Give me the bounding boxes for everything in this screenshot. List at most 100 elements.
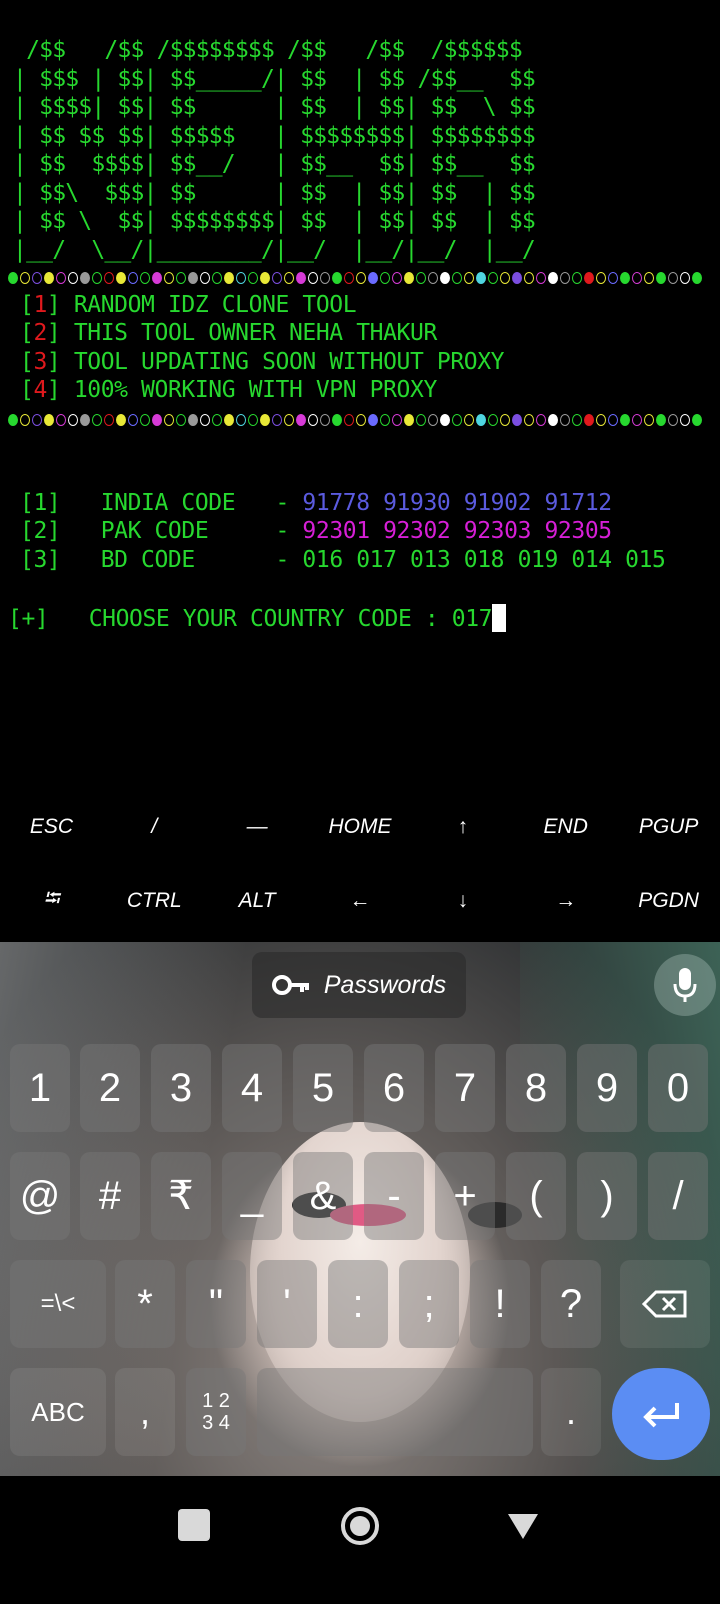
menu-item-4: [4] 100% WORKING WITH VPN PROXY <box>20 377 437 403</box>
extra-key[interactable]: ↑ <box>411 790 514 864</box>
colored-dot <box>104 414 114 426</box>
extra-key[interactable]: ALT <box>206 864 309 938</box>
colored-dot <box>692 414 702 426</box>
comma-key[interactable]: , <box>115 1368 175 1456</box>
colored-dot <box>68 272 78 284</box>
colored-dot <box>524 414 534 426</box>
key-symbol[interactable]: # <box>80 1152 140 1240</box>
extra-key[interactable]: ⭾ <box>0 864 103 938</box>
colored-dot <box>116 414 126 426</box>
key-digit[interactable]: 0 <box>648 1044 708 1132</box>
key-digit[interactable]: 8 <box>506 1044 566 1132</box>
colored-dot <box>368 272 378 284</box>
numpad-key[interactable]: 1 2 3 4 <box>186 1368 246 1456</box>
abc-key[interactable]: ABC <box>10 1368 106 1456</box>
extra-key[interactable]: / <box>103 790 206 864</box>
key-symbol[interactable]: ! <box>470 1260 530 1348</box>
key-digit[interactable]: 3 <box>151 1044 211 1132</box>
recents-button[interactable] <box>178 1509 210 1541</box>
country-code-prompt[interactable]: [+] CHOOSE YOUR COUNTRY CODE : 017 <box>8 604 507 632</box>
colored-dot <box>440 272 450 284</box>
key-symbol[interactable]: : <box>328 1260 388 1348</box>
home-button[interactable] <box>340 1506 380 1546</box>
key-symbol[interactable]: & <box>293 1152 353 1240</box>
colored-dot <box>632 414 642 426</box>
mic-button[interactable] <box>654 954 716 1016</box>
colored-dot <box>668 414 678 426</box>
colored-dot <box>224 272 234 284</box>
key-digit[interactable]: 7 <box>435 1044 495 1132</box>
terminal-extra-keys: ESC / — HOME ↑ END PGUP ⭾ CTRL ALT ← ↓ → PGDN <box>0 790 720 942</box>
extra-key[interactable]: ESC <box>0 790 103 864</box>
key-digit[interactable]: 2 <box>80 1044 140 1132</box>
key-digit[interactable]: 9 <box>577 1044 637 1132</box>
key-digit[interactable]: 4 <box>222 1044 282 1132</box>
menu-item-text: TOOL UPDATING SOON WITHOUT PROXY <box>73 349 505 375</box>
backspace-key[interactable] <box>620 1260 710 1348</box>
colored-dot <box>356 414 366 426</box>
extra-key[interactable]: — <box>206 790 309 864</box>
extra-keys-row-2: ⭾ CTRL ALT ← ↓ → PGDN <box>0 864 720 938</box>
colored-dot <box>428 272 438 284</box>
key-symbol[interactable]: ; <box>399 1260 459 1348</box>
code-label: INDIA CODE <box>100 490 236 516</box>
extra-key[interactable]: PGUP <box>617 790 720 864</box>
code-values: 91778 91930 91902 91712 <box>302 490 612 516</box>
colored-dot <box>140 272 150 284</box>
space-bar[interactable] <box>257 1368 533 1456</box>
colored-dot <box>380 272 390 284</box>
key-symbol[interactable]: + <box>435 1152 495 1240</box>
extra-key[interactable]: ← <box>309 864 412 938</box>
colored-dot <box>296 414 306 426</box>
extra-key[interactable]: END <box>514 790 617 864</box>
enter-key[interactable] <box>612 1368 710 1460</box>
extra-keys-row-1: ESC / — HOME ↑ END PGUP <box>0 790 720 864</box>
key-digit[interactable]: 1 <box>10 1044 70 1132</box>
back-button[interactable] <box>506 1511 540 1541</box>
colored-dot <box>560 414 570 426</box>
colored-dot <box>464 272 474 284</box>
colored-dot <box>680 414 690 426</box>
key-symbol[interactable]: / <box>648 1152 708 1240</box>
key-symbol[interactable]: ? <box>541 1260 601 1348</box>
code-number: [1] <box>20 490 61 516</box>
extra-key[interactable]: → <box>514 864 617 938</box>
code-number: [2] <box>20 518 61 544</box>
period-key[interactable]: . <box>541 1368 601 1456</box>
colored-dot <box>368 414 378 426</box>
extra-key[interactable]: CTRL <box>103 864 206 938</box>
colored-dot <box>236 272 246 284</box>
key-more-symbols[interactable]: =\< <box>10 1260 106 1348</box>
colored-dot <box>620 272 630 284</box>
colored-dot <box>548 414 558 426</box>
key-symbol[interactable]: - <box>364 1152 424 1240</box>
code-label: PAK CODE <box>100 518 236 544</box>
key-symbol[interactable]: ' <box>257 1260 317 1348</box>
colored-dot <box>608 414 618 426</box>
navigation-bar <box>0 1476 720 1604</box>
key-symbol[interactable]: ( <box>506 1152 566 1240</box>
prompt-input-value[interactable]: 017 <box>452 606 493 632</box>
key-digit[interactable]: 6 <box>364 1044 424 1132</box>
passwords-suggestion[interactable]: Passwords <box>252 952 466 1018</box>
menu-item-number: 4 <box>33 377 47 403</box>
colored-dot <box>512 414 522 426</box>
colored-dot <box>332 414 342 426</box>
key-symbol[interactable]: " <box>186 1260 246 1348</box>
extra-key[interactable]: PGDN <box>617 864 720 938</box>
key-symbol[interactable]: _ <box>222 1152 282 1240</box>
extra-key[interactable]: HOME <box>309 790 412 864</box>
colored-dot <box>188 272 198 284</box>
key-symbol[interactable]: * <box>115 1260 175 1348</box>
key-digit[interactable]: 5 <box>293 1044 353 1132</box>
key-symbol[interactable]: ) <box>577 1152 637 1240</box>
key-symbol[interactable]: ₹ <box>151 1152 211 1240</box>
colored-dot <box>80 414 90 426</box>
circle-home-icon <box>341 1507 379 1545</box>
colored-dot <box>164 414 174 426</box>
key-symbol[interactable]: @ <box>10 1152 70 1240</box>
terminal-screen[interactable]: /$$ /$$ /$$$$$$$$ /$$ /$$ /$$$$$$ | $$$ … <box>0 0 720 810</box>
prompt-prefix: [+] <box>8 606 49 632</box>
colored-dot <box>272 414 282 426</box>
extra-key[interactable]: ↓ <box>411 864 514 938</box>
